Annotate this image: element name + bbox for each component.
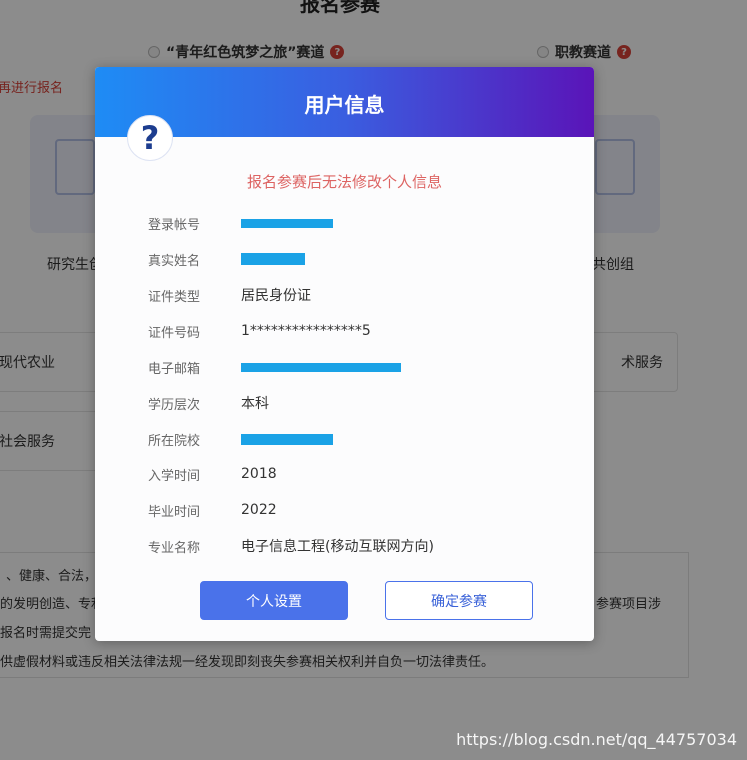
question-mark: ? <box>140 119 160 157</box>
user-info-modal: 用户信息 ? 报名参赛后无法修改个人信息 登录帐号 真实姓名 证件类型 居民身份… <box>95 67 594 641</box>
personal-settings-button[interactable]: 个人设置 <box>200 581 348 620</box>
field-value <box>241 431 333 447</box>
field-value <box>241 251 305 267</box>
redaction-bar <box>241 433 333 445</box>
field-row-grad-year: 毕业时间 2022 <box>148 500 277 520</box>
field-label: 电子邮箱 <box>148 361 201 377</box>
redaction-bar <box>241 362 401 372</box>
field-value: 2022 <box>241 502 277 518</box>
watermark-text: https://blog.csdn.net/qq_44757034 <box>456 730 737 749</box>
field-label: 入学时间 <box>148 468 201 484</box>
confirm-participation-button[interactable]: 确定参赛 <box>385 581 533 620</box>
warning-text: 报名参赛后无法修改个人信息 <box>246 173 442 191</box>
field-value: 2018 <box>241 466 277 482</box>
field-value: 本科 <box>241 396 269 412</box>
field-label: 真实姓名 <box>148 253 201 269</box>
field-label: 学历层次 <box>148 397 201 413</box>
field-row-enroll-year: 入学时间 2018 <box>148 464 277 484</box>
question-icon: ? <box>127 115 173 161</box>
field-value <box>241 359 401 375</box>
field-label: 所在院校 <box>148 433 201 449</box>
field-row-school: 所在院校 <box>148 429 333 449</box>
field-label: 专业名称 <box>148 540 201 556</box>
field-row-email: 电子邮箱 <box>148 357 401 377</box>
field-value: 居民身份证 <box>241 288 311 304</box>
field-row-name: 真实姓名 <box>148 249 305 269</box>
field-row-account: 登录帐号 <box>148 213 333 233</box>
field-row-id-type: 证件类型 居民身份证 <box>148 285 311 305</box>
field-label: 证件类型 <box>148 289 201 305</box>
modal-title: 用户信息 <box>304 93 385 117</box>
field-value <box>241 215 333 231</box>
field-row-major: 专业名称 电子信息工程(移动互联网方向) <box>148 536 434 556</box>
field-row-education: 学历层次 本科 <box>148 393 269 413</box>
field-label: 登录帐号 <box>148 217 201 233</box>
field-value: 1****************5 <box>241 323 371 339</box>
redaction-bar <box>241 253 305 265</box>
field-label: 毕业时间 <box>148 504 201 520</box>
field-value: 电子信息工程(移动互联网方向) <box>241 539 434 555</box>
field-label: 证件号码 <box>148 325 201 341</box>
redaction-bar <box>241 218 333 228</box>
field-row-id-number: 证件号码 1****************5 <box>148 321 371 341</box>
